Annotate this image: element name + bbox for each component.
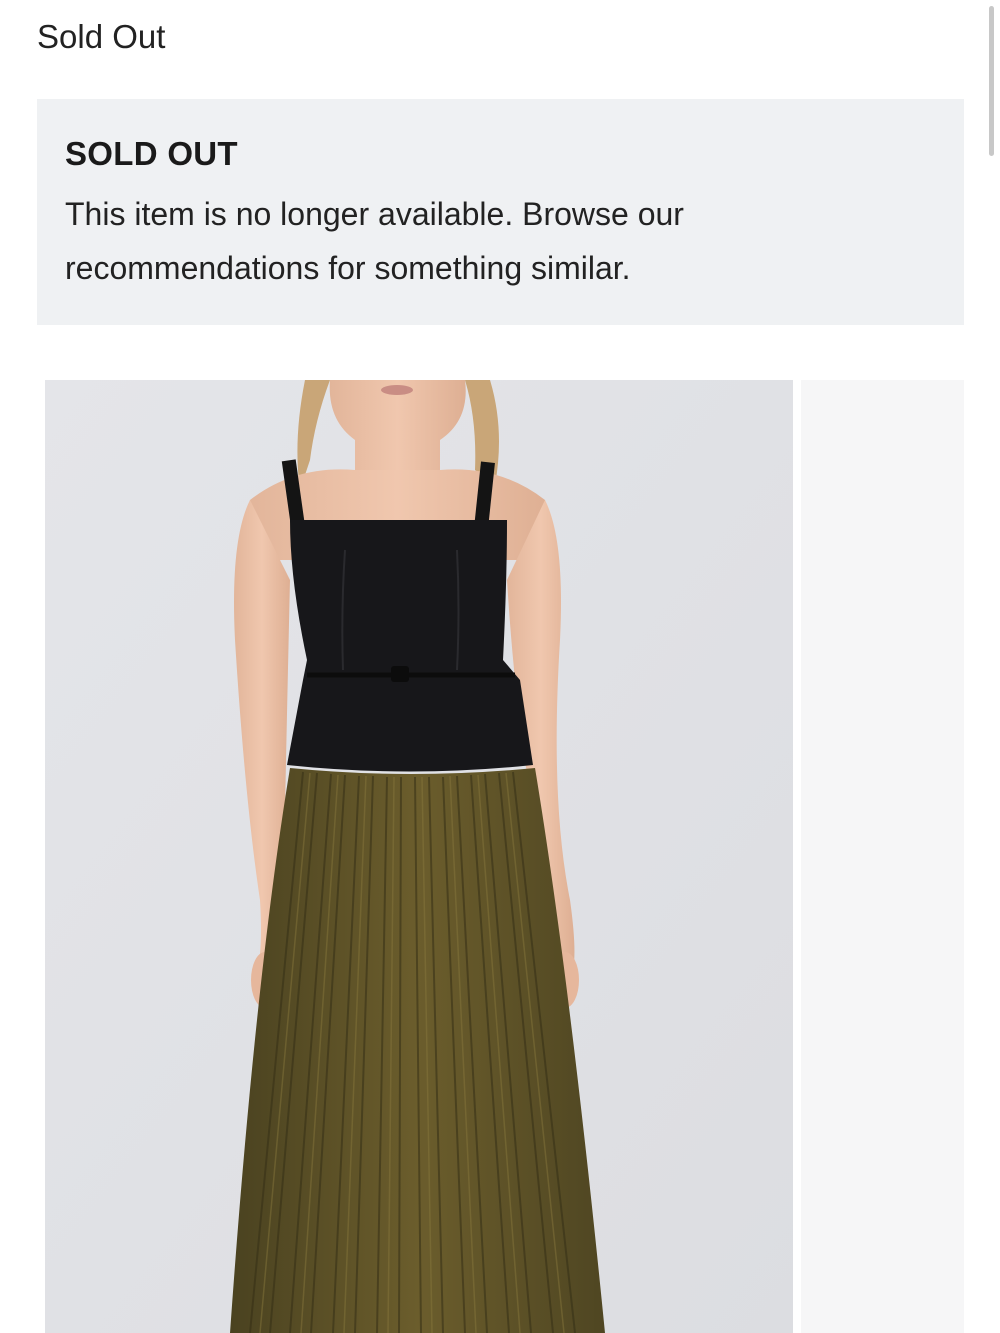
- scrollbar[interactable]: [989, 6, 994, 156]
- product-image-main[interactable]: [45, 380, 793, 1333]
- product-photo-illustration: [45, 380, 793, 1333]
- product-image-carousel[interactable]: [37, 380, 964, 1333]
- product-page: Sold Out SOLD OUT This item is no longer…: [0, 0, 1000, 1333]
- availability-status: Sold Out: [37, 18, 166, 55]
- sold-out-title: SOLD OUT: [65, 135, 238, 172]
- sold-out-notice: SOLD OUT This item is no longer availabl…: [37, 99, 964, 325]
- product-image-next[interactable]: [801, 380, 964, 1333]
- sold-out-message: This item is no longer available. Browse…: [65, 196, 684, 286]
